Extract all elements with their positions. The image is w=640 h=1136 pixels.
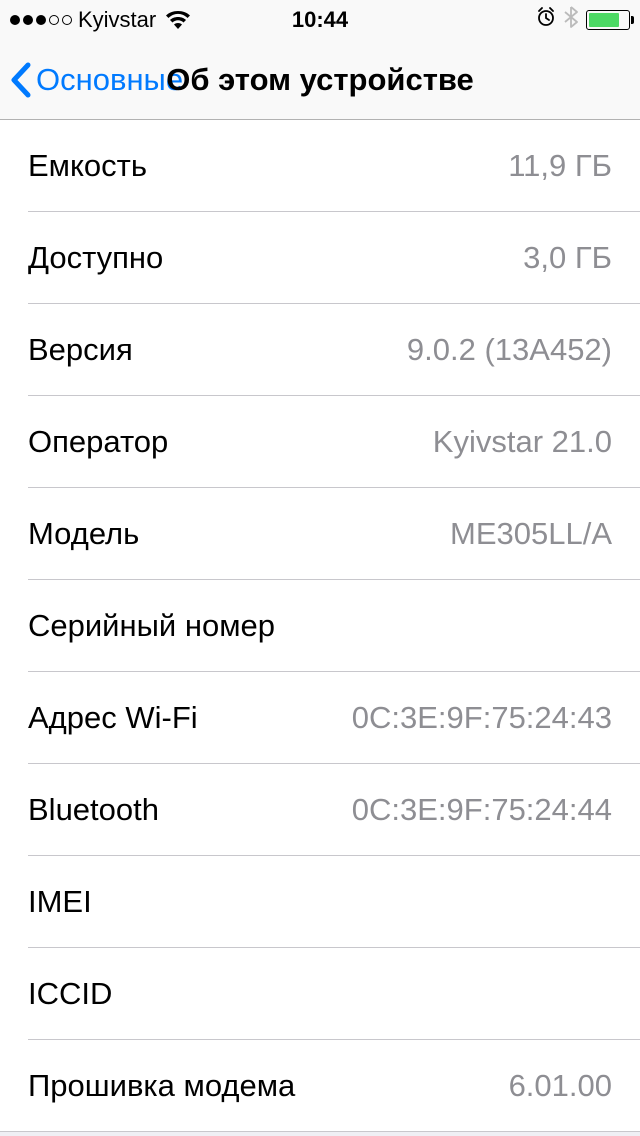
row-label: Прошивка модема <box>28 1068 295 1104</box>
settings-list: Емкость 11,9 ГБ Доступно 3,0 ГБ Версия 9… <box>0 120 640 1132</box>
row-label: Серийный номер <box>28 608 612 644</box>
list-item-iccid[interactable]: ICCID <box>0 948 640 1040</box>
chevron-left-icon <box>10 62 32 98</box>
list-item-serial[interactable]: Серийный номер <box>0 580 640 672</box>
status-right <box>536 6 630 34</box>
carrier-label: Kyivstar <box>78 7 156 33</box>
row-label: Оператор <box>28 424 168 460</box>
list-item-capacity[interactable]: Емкость 11,9 ГБ <box>0 120 640 212</box>
signal-strength-icon <box>10 15 72 25</box>
battery-icon <box>586 10 630 30</box>
row-label: Версия <box>28 332 133 368</box>
row-value: Kyivstar 21.0 <box>433 424 612 460</box>
alarm-icon <box>536 7 556 33</box>
row-label: Bluetooth <box>28 792 159 828</box>
row-label: Модель <box>28 516 139 552</box>
page-title: Об этом устройстве <box>166 62 474 98</box>
status-left: Kyivstar <box>10 7 190 33</box>
bluetooth-icon <box>564 6 578 34</box>
status-time: 10:44 <box>292 7 348 33</box>
back-button[interactable]: Основные <box>10 62 183 98</box>
wifi-icon <box>166 11 190 29</box>
row-value: 9.0.2 (13A452) <box>407 332 612 368</box>
row-label: Доступно <box>28 240 163 276</box>
list-item-wifi-address[interactable]: Адрес Wi-Fi 0C:3E:9F:75:24:43 <box>0 672 640 764</box>
nav-bar: Основные Об этом устройстве <box>0 40 640 120</box>
list-item-available[interactable]: Доступно 3,0 ГБ <box>0 212 640 304</box>
list-item-carrier[interactable]: Оператор Kyivstar 21.0 <box>0 396 640 488</box>
row-value: 0C:3E:9F:75:24:44 <box>352 792 612 828</box>
list-item-version[interactable]: Версия 9.0.2 (13A452) <box>0 304 640 396</box>
row-value: ME305LL/A <box>450 516 612 552</box>
row-label: ICCID <box>28 976 612 1012</box>
row-label: Емкость <box>28 148 147 184</box>
row-label: IMEI <box>28 884 612 920</box>
list-item-model[interactable]: Модель ME305LL/A <box>0 488 640 580</box>
list-item-imei[interactable]: IMEI <box>0 856 640 948</box>
status-bar: Kyivstar 10:44 <box>0 0 640 40</box>
row-value: 11,9 ГБ <box>508 148 612 184</box>
list-item-bluetooth[interactable]: Bluetooth 0C:3E:9F:75:24:44 <box>0 764 640 856</box>
list-item-modem-firmware[interactable]: Прошивка модема 6.01.00 <box>0 1040 640 1132</box>
row-value: 6.01.00 <box>509 1068 612 1104</box>
back-label: Основные <box>36 62 183 98</box>
row-value: 3,0 ГБ <box>523 240 612 276</box>
row-label: Адрес Wi-Fi <box>28 700 198 736</box>
row-value: 0C:3E:9F:75:24:43 <box>352 700 612 736</box>
